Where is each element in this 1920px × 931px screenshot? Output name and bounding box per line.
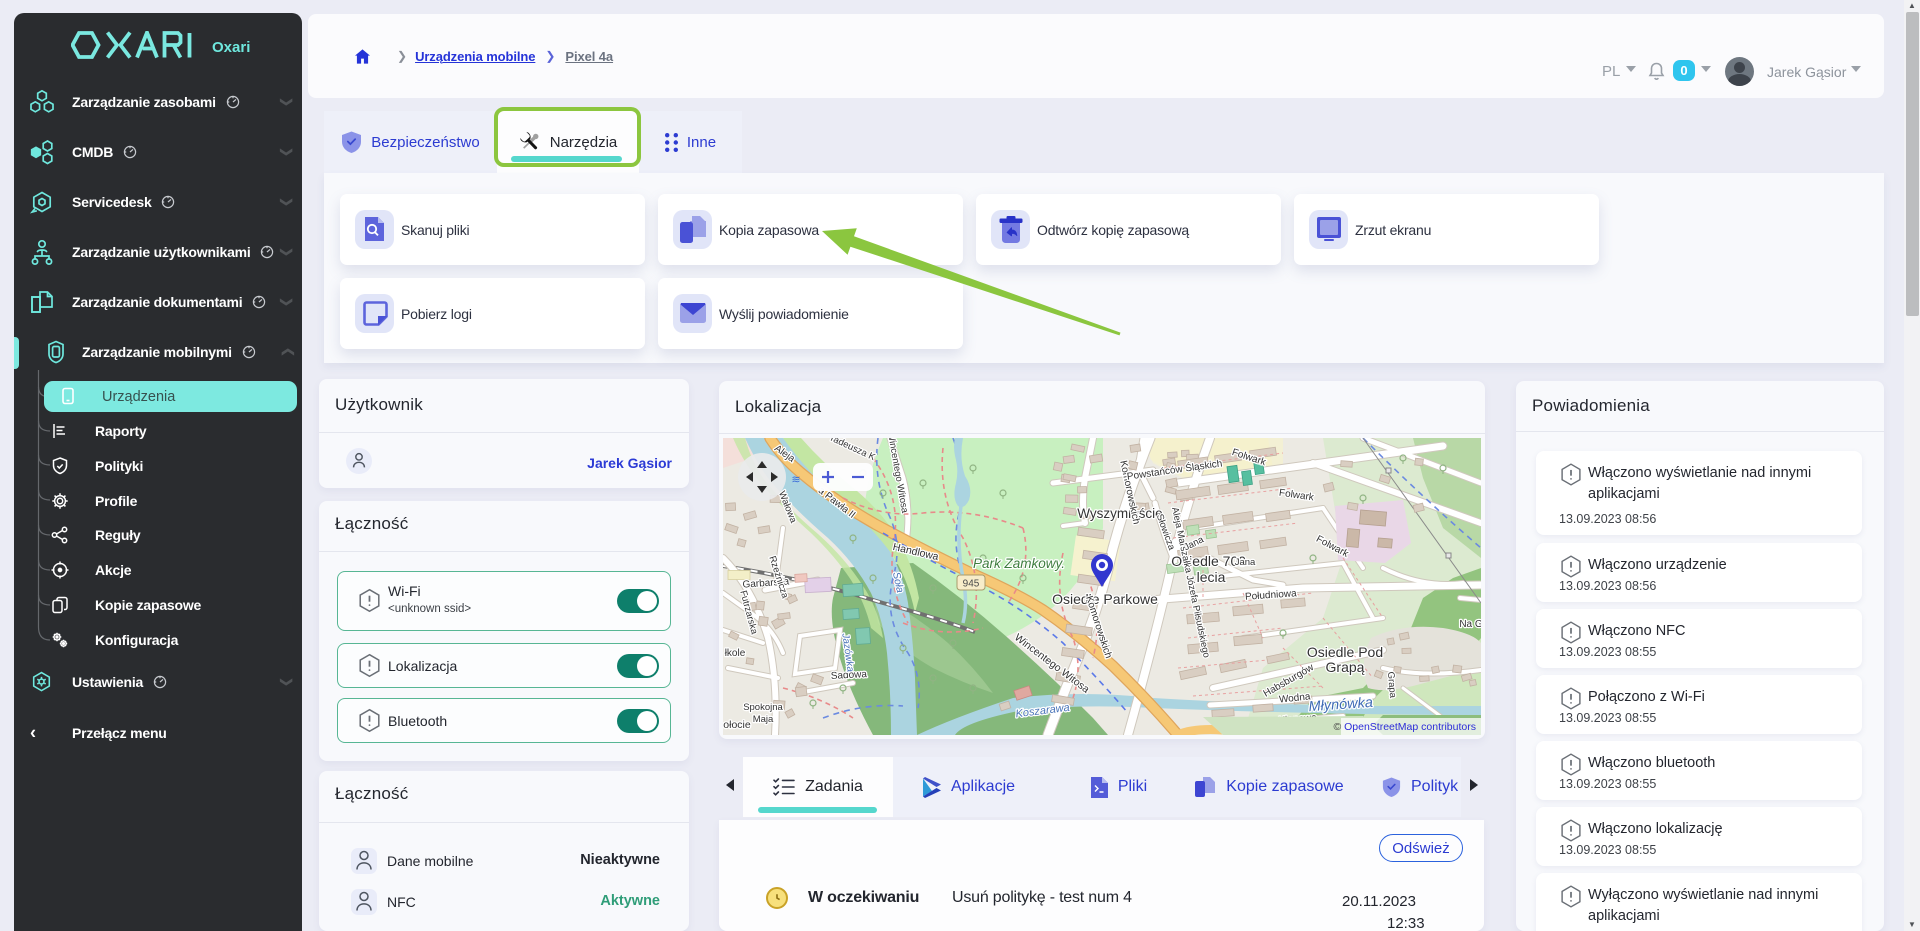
svg-text:łkole: łkole	[725, 648, 746, 659]
svg-text:lecia: lecia	[1197, 569, 1226, 585]
svg-text:Park Zamkowy.: Park Zamkowy.	[973, 556, 1065, 571]
svg-text:Spokojna: Spokojna	[743, 702, 783, 713]
svg-text:Wyszymieście: Wyszymieście	[1077, 506, 1162, 521]
svg-text:Osiedle Pod: Osiedle Pod	[1307, 644, 1383, 660]
svg-text:945: 945	[963, 579, 980, 590]
svg-text:Maja: Maja	[753, 714, 774, 725]
svg-text:≋: ≋	[791, 474, 800, 486]
svg-text:Na G: Na G	[1459, 619, 1481, 630]
svg-text:Osiedle Parkowe: Osiedle Parkowe	[1052, 591, 1158, 607]
svg-text:Jana: Jana	[1235, 557, 1256, 568]
svg-text:ołocie: ołocie	[723, 719, 751, 731]
svg-text:© OpenStreetMap contributors: © OpenStreetMap contributors	[1333, 721, 1476, 733]
svg-text:Grapą: Grapą	[1326, 659, 1365, 675]
svg-text:Grapa: Grapa	[1385, 671, 1398, 699]
